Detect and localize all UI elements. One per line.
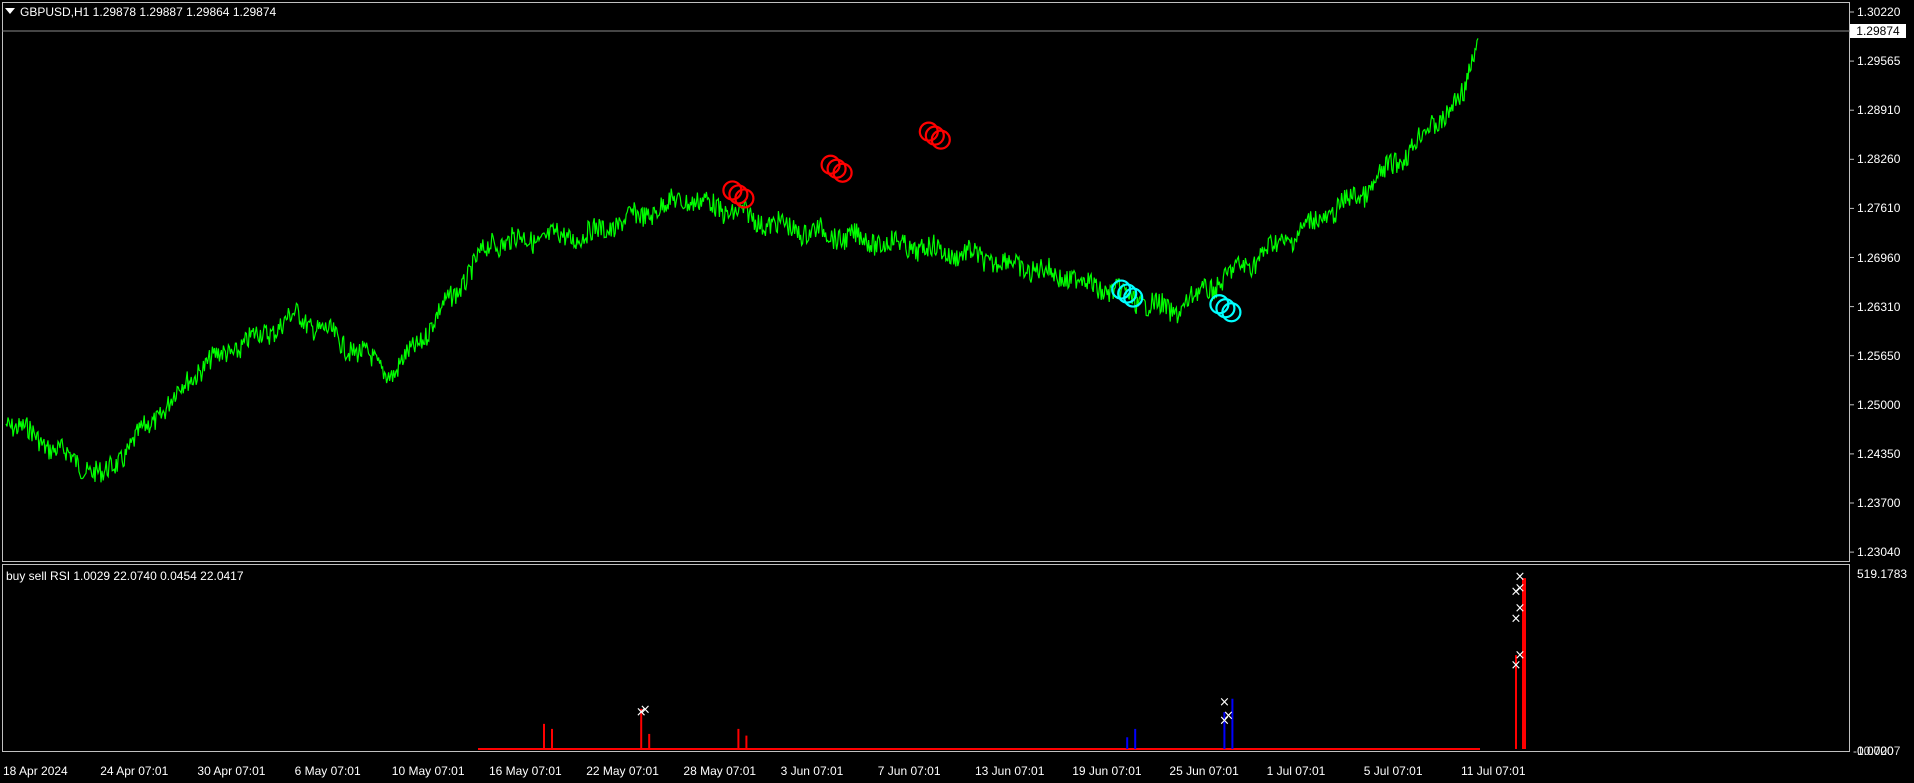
time-tick-label: 3 Jun 07:01 — [780, 764, 844, 778]
time-tick-label: 11 Jul 07:01 — [1461, 764, 1526, 778]
cross-marker: × — [640, 702, 651, 717]
sub-chart-frame — [2, 564, 1850, 752]
chart-canvas[interactable]: ×××××××××××× — [0, 0, 1914, 783]
cross-marker: × — [1511, 584, 1522, 599]
price-tick-label: 1.28260 — [1857, 152, 1901, 167]
price-series-line — [5, 38, 1479, 483]
cross-marker: × — [1511, 658, 1522, 673]
time-tick-label: 25 Jun 07:01 — [1169, 764, 1239, 778]
sell-signal-circle — [924, 125, 945, 146]
time-tick-label: 13 Jun 07:01 — [975, 764, 1045, 778]
price-tick-label: 1.29565 — [1857, 54, 1901, 69]
price-tick-label: 1.30220 — [1857, 5, 1901, 19]
price-tick-label: 1.25000 — [1857, 397, 1901, 412]
indicator-header: buy sell RSI 1.0029 22.0740 0.0454 22.04… — [6, 569, 244, 583]
main-chart-header: GBPUSD,H1 1.29878 1.29887 1.29864 1.2987… — [20, 5, 277, 19]
symbol-dropdown-icon[interactable] — [5, 8, 15, 14]
axis-tick-marks — [1850, 11, 1854, 553]
time-tick-label: 28 May 07:01 — [683, 764, 757, 778]
price-tick-label: 1.25650 — [1857, 348, 1901, 363]
price-tick-label: 1.23040 — [1857, 545, 1901, 560]
sub-bottom-tick-overlap: -10.7207 — [1853, 744, 1901, 758]
time-tick-label: 1 Jul 07:01 — [1266, 764, 1326, 778]
cross-marker: × — [1219, 695, 1230, 710]
price-tick-label: 1.23700 — [1857, 496, 1901, 510]
time-tick-label: 5 Jul 07:01 — [1363, 764, 1423, 778]
price-tick-label: 1.28910 — [1857, 103, 1901, 118]
time-tick-label: 18 Apr 2024 — [3, 764, 68, 778]
price-layer — [5, 38, 1479, 483]
time-tick-label: 30 Apr 07:01 — [197, 764, 266, 778]
cross-marker: × — [1223, 708, 1234, 723]
time-tick-label: 22 May 07:01 — [586, 764, 659, 778]
main-chart-frame — [2, 2, 1850, 562]
sell-signal-circle — [826, 158, 847, 179]
time-tick-label: 6 May 07:01 — [294, 764, 361, 778]
time-tick-label: 24 Apr 07:01 — [100, 764, 169, 778]
sub-top-tick: 519.1783 — [1857, 567, 1908, 581]
time-tick-label: 16 May 07:01 — [489, 764, 562, 778]
price-tick-label: 1.26310 — [1857, 299, 1901, 314]
time-tick-label: 7 Jun 07:01 — [877, 764, 941, 778]
price-tick-label: 1.27610 — [1857, 201, 1901, 216]
time-tick-label: 10 May 07:01 — [391, 764, 465, 778]
sell-signal-circle — [728, 184, 749, 205]
cross-marker: × — [1515, 569, 1526, 584]
price-tick-label: 1.26960 — [1857, 250, 1901, 265]
current-price-label: 1.29874 — [1850, 24, 1906, 38]
price-tick-label: 1.24350 — [1857, 446, 1901, 461]
cross-marker: × — [1511, 611, 1522, 626]
time-tick-label: 19 Jun 07:01 — [1072, 764, 1142, 778]
signal-layer — [722, 121, 1242, 323]
buy-signal-circle — [1215, 298, 1236, 319]
histogram-layer: ×××××××××××× — [478, 569, 1526, 750]
